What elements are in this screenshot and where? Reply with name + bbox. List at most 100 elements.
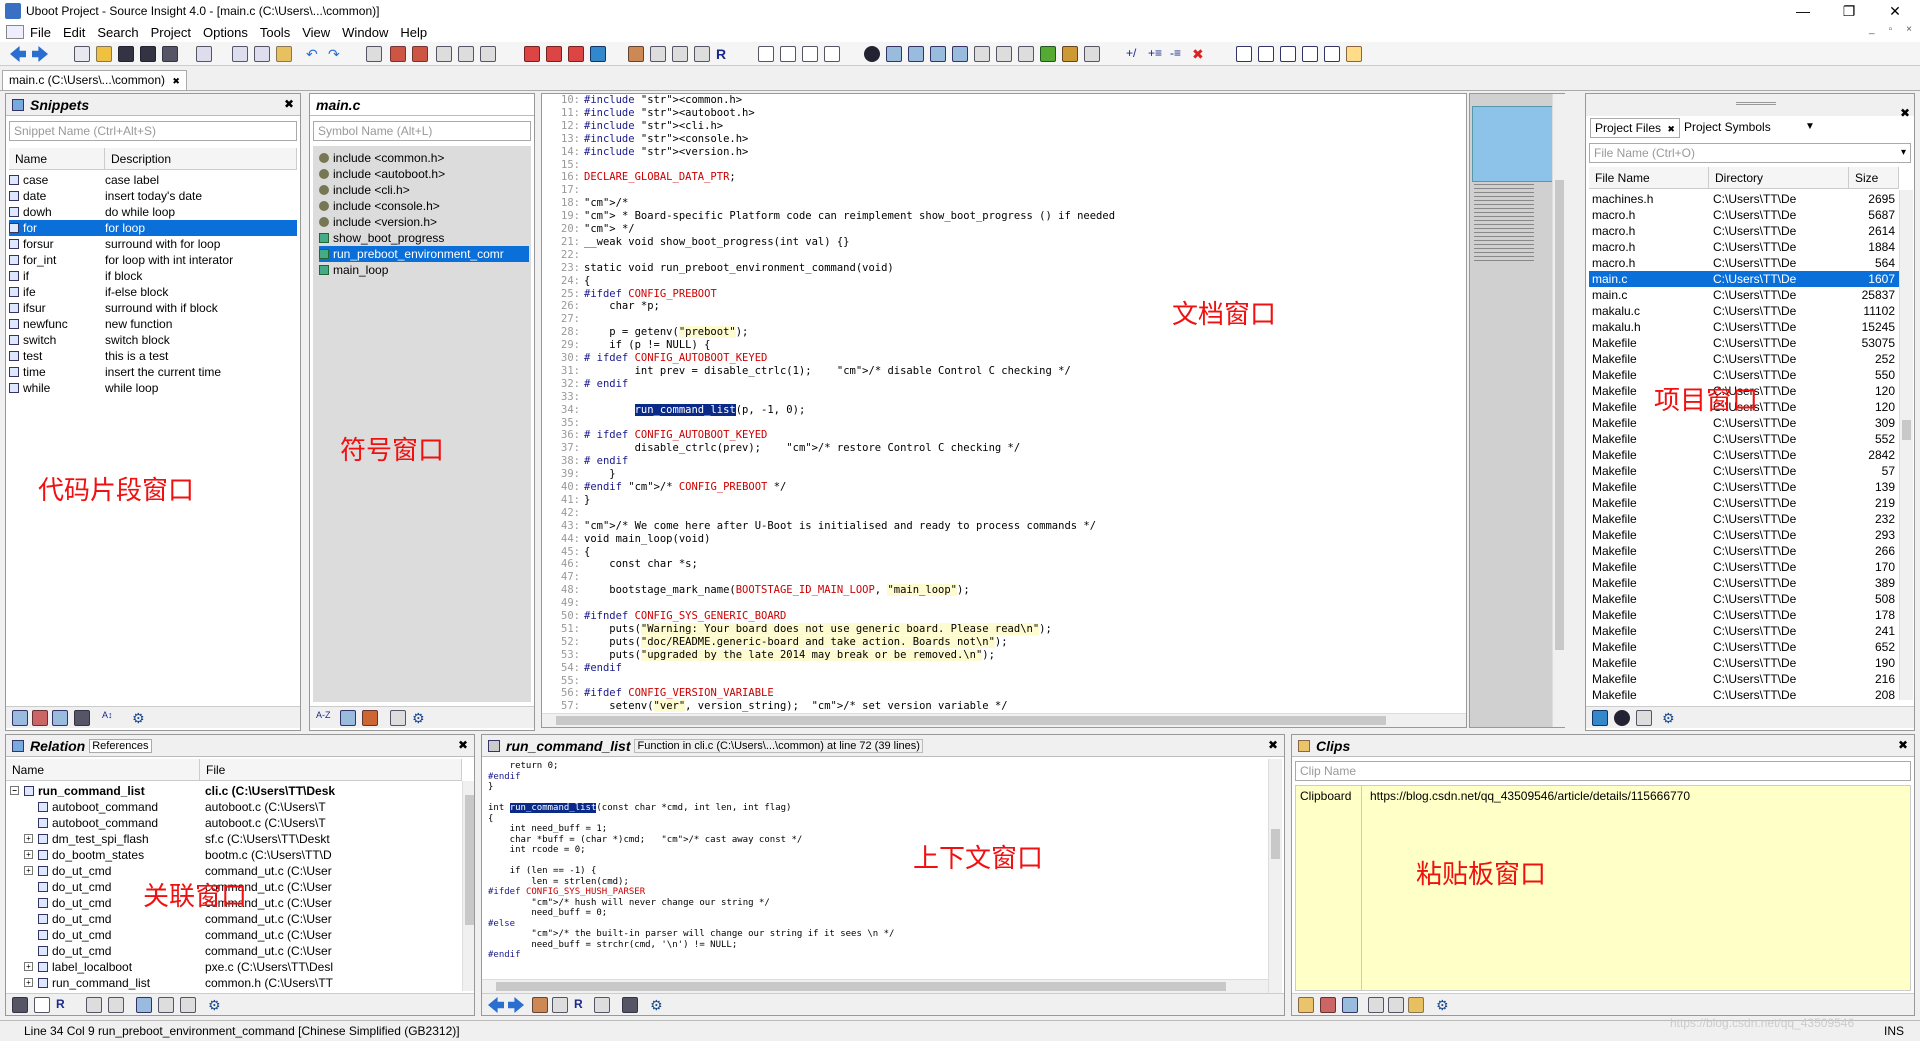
list-item[interactable]: while while loop (9, 380, 297, 396)
mark-icon[interactable] (524, 46, 540, 62)
relation-col-file[interactable]: File (200, 759, 462, 781)
context-line[interactable]: int run_command_list(const char *cmd, in… (488, 803, 1258, 814)
code-line[interactable]: 25: #ifdef CONFIG_PREBOOT (542, 288, 1442, 301)
code-line[interactable]: 11: #include "str"><autoboot.h> (542, 107, 1442, 120)
project-clock-icon[interactable] (1614, 710, 1630, 726)
code-line[interactable]: 50: #ifndef CONFIG_SYS_GENERIC_BOARD (542, 610, 1442, 623)
code-line[interactable]: 54: #endif (542, 662, 1442, 675)
refresh-icon[interactable]: R (716, 46, 732, 62)
code-line[interactable]: 46: const char *s; (542, 558, 1442, 571)
maximize-button[interactable]: ❐ (1826, 0, 1872, 22)
paste-icon[interactable] (276, 46, 292, 62)
sync-icon[interactable] (590, 46, 606, 62)
code-line[interactable]: 49: (542, 597, 1442, 610)
context-line[interactable]: need_buff = 0; (488, 908, 1258, 919)
code-line[interactable]: 19: "cm"> * Board-specific Platform code … (542, 210, 1442, 223)
context-hscrollbar[interactable] (482, 979, 1268, 993)
clip-settings-icon[interactable]: ⚙ (1436, 997, 1452, 1013)
relation-lock-icon[interactable] (12, 997, 28, 1013)
project-view-icon[interactable] (1636, 710, 1652, 726)
code-line[interactable]: 33: (542, 391, 1442, 404)
relation-mode[interactable]: References (89, 738, 152, 753)
code-line[interactable]: 26: char *p; (542, 300, 1442, 313)
view-b-icon[interactable] (1258, 46, 1274, 62)
clip-cut-icon[interactable] (1368, 997, 1384, 1013)
book-icon[interactable] (672, 46, 688, 62)
table-row[interactable]: Makefile C:\Users\TT\De 216 (1589, 671, 1899, 687)
list-item[interactable]: switch switch block (9, 332, 297, 348)
relation-vscrollbar[interactable] (462, 781, 474, 991)
table-row[interactable]: Makefile C:\Users\TT\De 2842 (1589, 447, 1899, 463)
clip-new-icon[interactable] (1298, 997, 1314, 1013)
code-line[interactable]: 16: DECLARE_GLOBAL_DATA_PTR; (542, 171, 1442, 184)
code-line[interactable]: 56: #ifdef CONFIG_VERSION_VARIABLE (542, 687, 1442, 700)
layout2-icon[interactable] (780, 46, 796, 62)
expand-icon[interactable]: + (24, 978, 33, 987)
context-line[interactable]: len = strlen(cmd); (488, 877, 1258, 888)
expand-icon[interactable]: − (10, 786, 19, 795)
menu-view[interactable]: View (296, 25, 336, 40)
layout4-icon[interactable] (824, 46, 840, 62)
menu-window[interactable]: Window (336, 25, 394, 40)
context-book-icon[interactable] (552, 997, 568, 1013)
mark-next-icon[interactable] (546, 46, 562, 62)
snippets-col-name[interactable]: Name (9, 148, 105, 170)
context-line[interactable]: "cm">/* hush will never change our strin… (488, 898, 1258, 909)
menu-edit[interactable]: Edit (57, 25, 91, 40)
clip-item-name[interactable]: Clipboard (1300, 788, 1351, 804)
code-line[interactable]: 10: #include "str"><common.h> (542, 94, 1442, 107)
context-grid-icon[interactable] (594, 997, 610, 1013)
table-row[interactable]: makalu.c C:\Users\TT\De 11102 (1589, 303, 1899, 319)
project-sync-icon[interactable] (1592, 710, 1608, 726)
code-line[interactable]: 32: # endif (542, 378, 1442, 391)
clip-search-input[interactable]: Clip Name (1295, 761, 1911, 781)
context-line[interactable]: } (488, 782, 1258, 793)
clock-icon[interactable] (864, 46, 880, 62)
close-button[interactable]: ✕ (1872, 0, 1918, 22)
project-menu-chevron-down-icon[interactable]: ▼ (1800, 118, 1820, 138)
relation-expand-icon[interactable] (108, 997, 124, 1013)
view-d-icon[interactable] (1302, 46, 1318, 62)
layout1-icon[interactable] (758, 46, 774, 62)
context-line[interactable]: #ifdef CONFIG_SYS_HUSH_PARSER (488, 887, 1258, 898)
tab-main-c[interactable]: main.c (C:\Users\...\common) ✖ (2, 70, 187, 90)
table-row[interactable]: Makefile C:\Users\TT\De 57 (1589, 463, 1899, 479)
menu-help[interactable]: Help (394, 25, 433, 40)
table-row[interactable]: macro.h C:\Users\TT\De 2614 (1589, 223, 1899, 239)
table-row[interactable]: autoboot_command autoboot.c (C:\Users\T (6, 799, 462, 815)
browse-icon[interactable] (650, 46, 666, 62)
menu-file[interactable]: File (24, 25, 57, 40)
code-line[interactable]: 41:} (542, 494, 1442, 507)
list-item[interactable]: include <autoboot.h> (319, 166, 529, 182)
table-row[interactable]: machines.h C:\Users\TT\De 2695 (1589, 191, 1899, 207)
code-line[interactable]: 55: (542, 675, 1442, 688)
code-line[interactable]: 12: #include "str"><cli.h> (542, 120, 1442, 133)
table-row[interactable]: makalu.h C:\Users\TT\De 15245 (1589, 319, 1899, 335)
code-line[interactable]: 42: (542, 507, 1442, 520)
list-item[interactable]: show_boot_progress (319, 230, 529, 246)
expand-icon[interactable]: + (24, 866, 33, 875)
open-folder-icon[interactable] (96, 46, 112, 62)
code-line[interactable]: 29: if (p != NULL) { (542, 339, 1442, 352)
code-line[interactable]: 24: { (542, 275, 1442, 288)
bookmark-icon[interactable] (366, 46, 382, 62)
context-code[interactable]: return 0; #endif} int run_command_list(con… (488, 761, 1268, 979)
list-item[interactable]: date insert today's date (9, 188, 297, 204)
project-vscrollbar[interactable] (1899, 190, 1913, 700)
panel-project-icon[interactable] (974, 46, 990, 62)
table-row[interactable]: Makefile C:\Users\TT\De 232 (1589, 511, 1899, 527)
code-line[interactable]: 22: (542, 249, 1442, 262)
table-row[interactable]: Makefile C:\Users\TT\De 190 (1589, 655, 1899, 671)
code-line[interactable]: 45: { (542, 546, 1442, 559)
symbol-search-input[interactable]: Symbol Name (Alt+L) (313, 121, 531, 141)
context-line[interactable]: { (488, 814, 1258, 825)
jump-icon[interactable] (390, 46, 406, 62)
table-row[interactable]: macro.h C:\Users\TT\De 1884 (1589, 239, 1899, 255)
back-icon[interactable] (10, 46, 26, 62)
table-row[interactable]: Makefile C:\Users\TT\De 266 (1589, 543, 1899, 559)
symbol-sort-icon[interactable]: A-Z (316, 710, 332, 726)
tree-icon[interactable] (1040, 46, 1056, 62)
context-line[interactable]: return 0; (488, 761, 1258, 772)
clip-copy-icon[interactable] (1388, 997, 1404, 1013)
list-item[interactable]: test this is a test (9, 348, 297, 364)
